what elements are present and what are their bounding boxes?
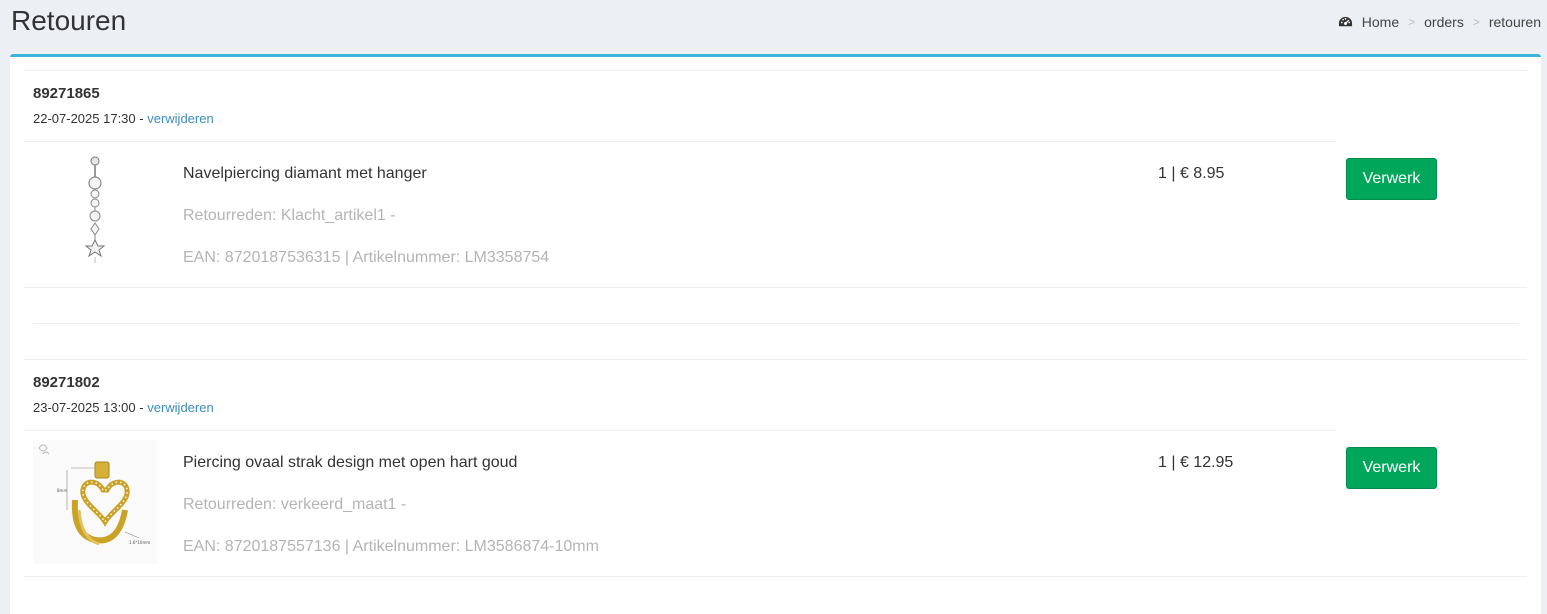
return-reason: Retourreden: Klacht_artikel1 - (183, 207, 396, 224)
product-ean: EAN: 8720187536315 | Artikelnummer: LM33… (183, 249, 550, 266)
verwerk-button[interactable]: Verwerk (1346, 447, 1437, 489)
order-meta-separator: - (135, 400, 148, 415)
order-meta-separator: - (135, 111, 148, 126)
breadcrumb-separator: > (1472, 15, 1480, 29)
verwerk-button[interactable]: Verwerk (1346, 158, 1437, 200)
belly-piercing-image (84, 156, 106, 263)
divider (24, 287, 1527, 288)
divider (24, 430, 1336, 431)
product-image: 8mm 1.6*10mm (33, 440, 157, 564)
svg-text:1.6*10mm: 1.6*10mm (129, 540, 150, 545)
divider (24, 70, 1527, 71)
order-meta: 23-07-2025 13:00 - verwijderen (33, 399, 214, 417)
delete-link[interactable]: verwijderen (147, 111, 213, 126)
returns-box: 89271865 22-07-2025 17:30 - verwijderen … (10, 54, 1541, 614)
breadcrumb-home[interactable]: Home (1362, 13, 1399, 31)
content-header: Retouren Home > orders > retouren (0, 0, 1547, 50)
svg-text:8mm: 8mm (57, 488, 67, 493)
breadcrumb-orders[interactable]: orders (1424, 13, 1464, 31)
divider (24, 576, 1527, 577)
heart-ring-image: 8mm 1.6*10mm (33, 440, 157, 564)
divider (24, 359, 1527, 360)
order-number: 89271802 (33, 374, 100, 391)
order-meta: 22-07-2025 17:30 - verwijderen (33, 110, 214, 128)
product-image (33, 147, 157, 271)
quantity-price: 1 | € 8.95 (1158, 165, 1225, 182)
breadcrumb-separator: > (1408, 15, 1416, 29)
dashboard-icon (1338, 16, 1352, 26)
order-datetime: 22-07-2025 17:30 (33, 111, 136, 126)
product-name: Navelpiercing diamant met hanger (183, 165, 427, 182)
order-datetime: 23-07-2025 13:00 (33, 400, 136, 415)
order-number: 89271865 (33, 85, 100, 102)
breadcrumb-current: retouren (1488, 14, 1541, 30)
product-name: Piercing ovaal strak design met open har… (183, 454, 518, 471)
quantity-price: 1 | € 12.95 (1158, 454, 1234, 471)
product-ean: EAN: 8720187557136 | Artikelnummer: LM35… (183, 538, 599, 555)
return-reason: Retourreden: verkeerd_maat1 - (183, 496, 407, 513)
breadcrumb: Home > orders > retouren (1338, 13, 1541, 31)
page-title: Retouren (11, 5, 127, 36)
divider (24, 141, 1336, 142)
delete-link[interactable]: verwijderen (147, 400, 213, 415)
order-separator (33, 323, 1518, 324)
